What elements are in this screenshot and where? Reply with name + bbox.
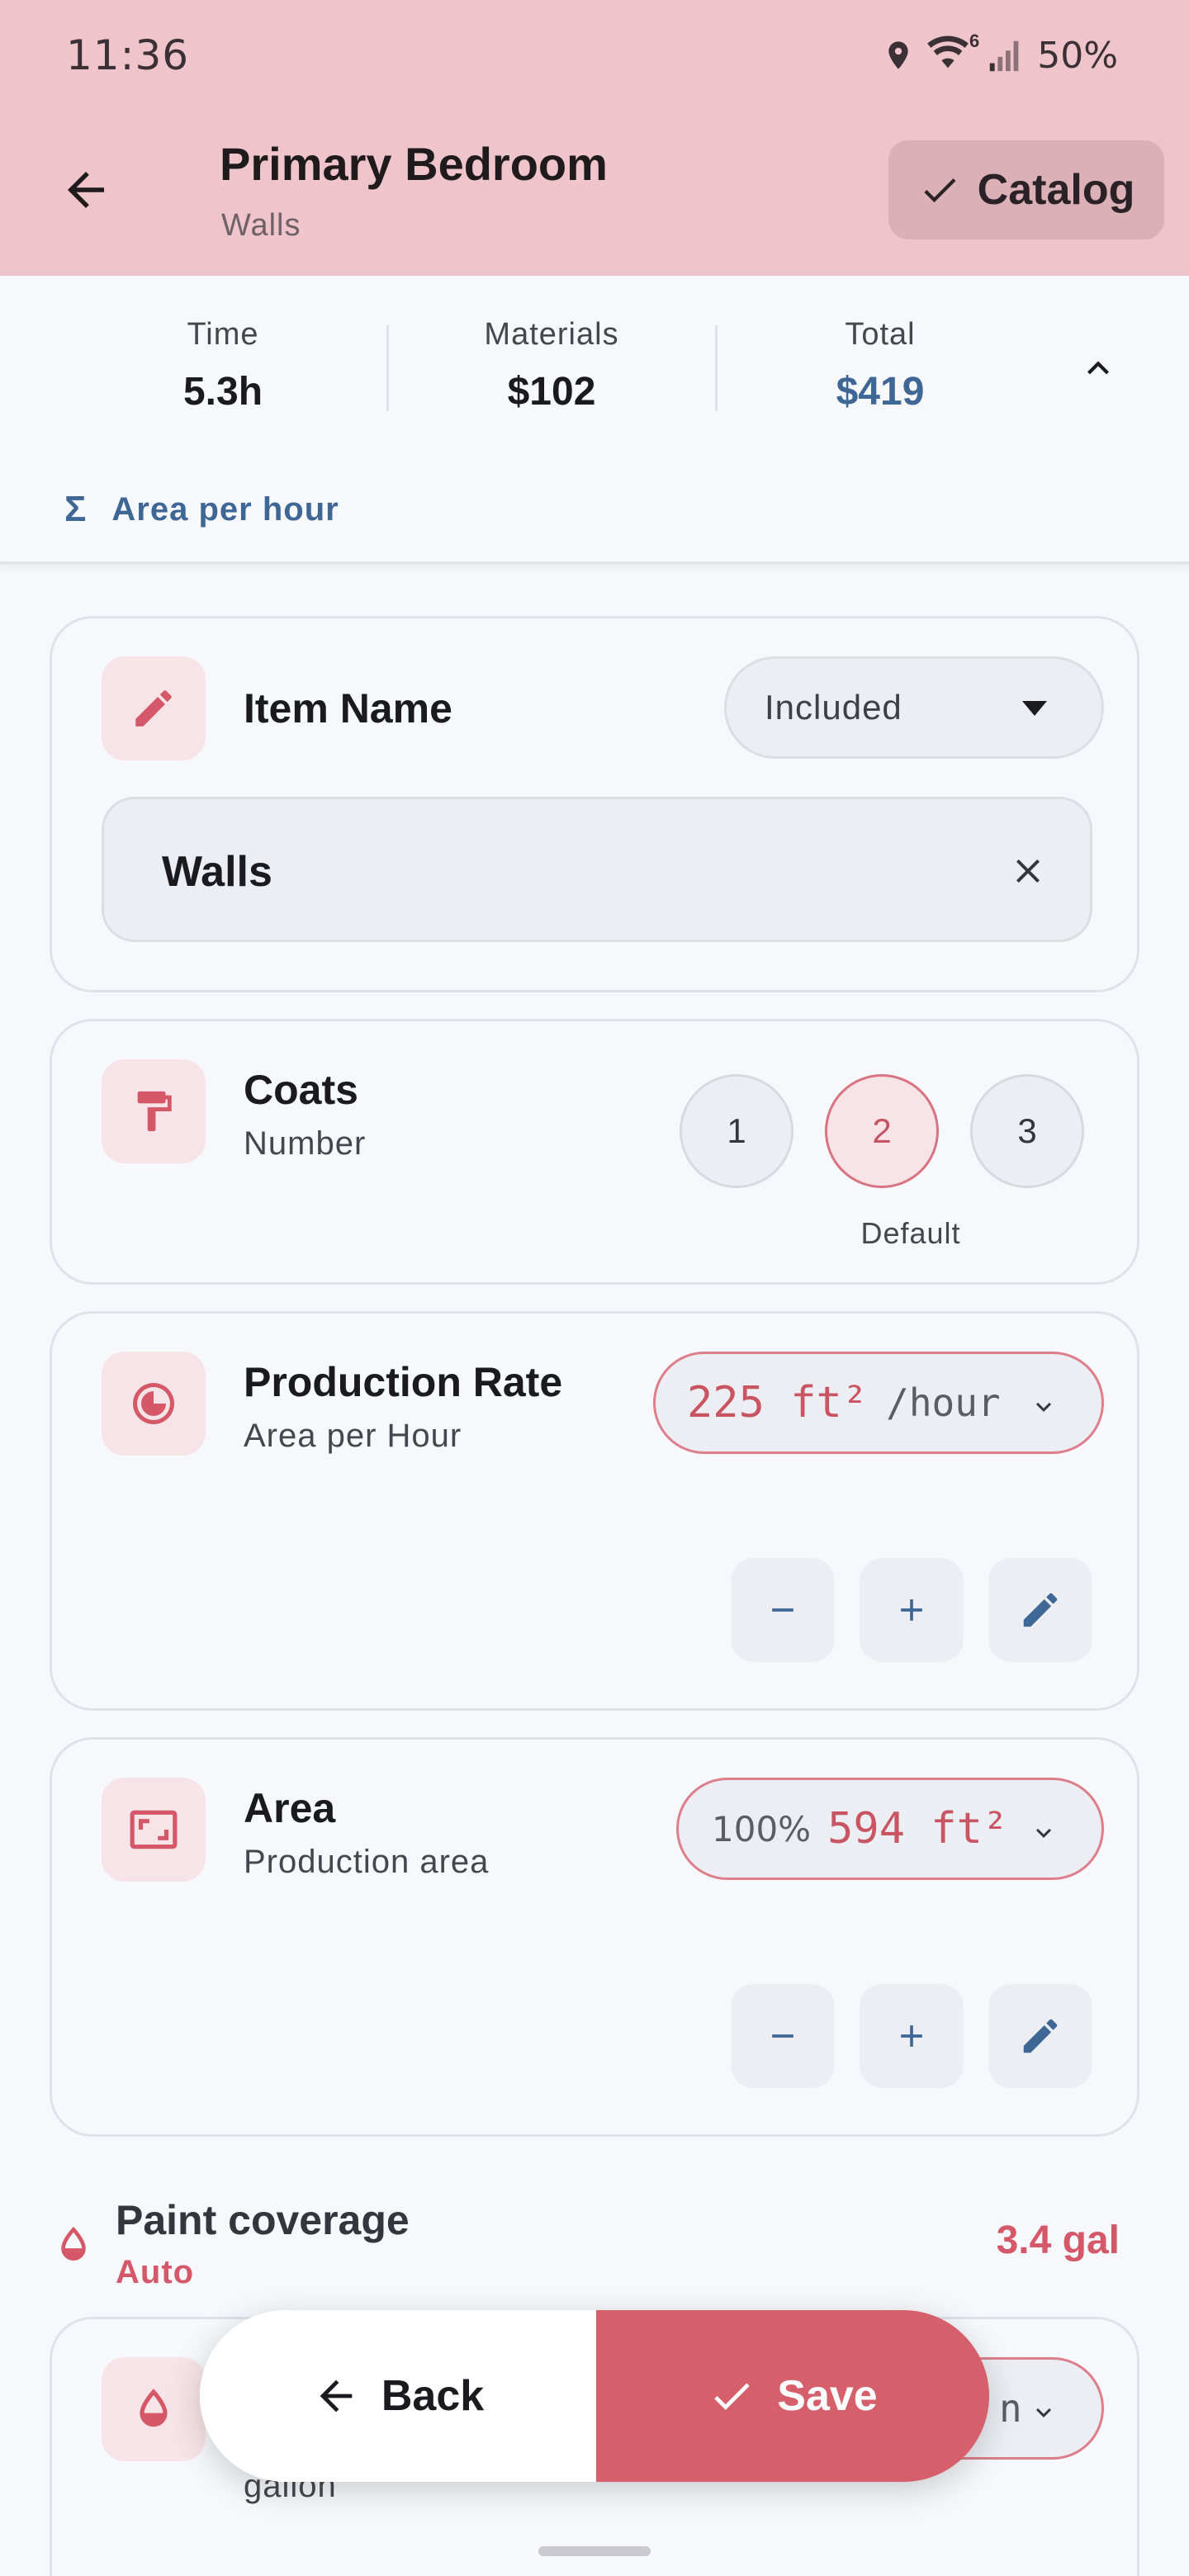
pencil-icon <box>1023 1593 1058 1627</box>
decrease-button[interactable] <box>731 1984 835 2088</box>
time-value: 5.3h <box>182 370 263 414</box>
production-rate-value: 225 ft² <box>687 1378 869 1428</box>
coat-option-1[interactable]: 1 <box>680 1074 793 1188</box>
arrow-left-icon <box>68 172 104 208</box>
plus-icon <box>901 2025 922 2047</box>
back-button[interactable]: Back <box>200 2310 596 2482</box>
minus-icon <box>772 1608 793 1612</box>
increase-button[interactable] <box>860 1558 964 1662</box>
plus-icon <box>901 1599 922 1621</box>
status-icons: 6 50% <box>882 31 1118 78</box>
coat-option-2[interactable]: 2 <box>825 1074 939 1188</box>
check-icon <box>924 178 956 203</box>
signal-icon <box>990 40 1019 72</box>
paint-coverage-title: Paint coverage <box>116 2197 410 2243</box>
paint-roller-icon <box>137 1091 172 1132</box>
summary-materials: Materials $102 <box>403 317 700 414</box>
production-icon-box <box>102 1352 206 1456</box>
back-label: Back <box>381 2372 485 2420</box>
paint-coverage-value: 3.4 gal <box>996 2218 1120 2262</box>
speed-dial-icon <box>133 1383 174 1424</box>
summary-total: Total $419 <box>732 317 1029 414</box>
materials-value: $102 <box>507 370 596 414</box>
chevron-down-icon <box>1036 2408 1051 2417</box>
decrease-button[interactable] <box>731 1558 835 1662</box>
save-label: Save <box>777 2372 878 2420</box>
area-icon-box <box>102 1778 206 1882</box>
wifi-badge: 6 <box>969 31 980 51</box>
status-bar: 11:36 6 50% <box>0 0 1189 107</box>
coverage-icon-box <box>102 2357 206 2461</box>
production-rate-subtitle: Area per Hour <box>244 1418 462 1454</box>
gesture-handle[interactable] <box>538 2546 651 2556</box>
coats-card: Coats Number 1 2 3 Default <box>50 1019 1139 1285</box>
check-icon <box>714 2383 751 2410</box>
item-name-value: Walls <box>162 848 272 896</box>
arrow-left-icon <box>320 2379 353 2413</box>
edit-button[interactable] <box>988 1558 1092 1662</box>
item-name-input[interactable]: Walls <box>102 797 1092 942</box>
paint-coverage-mode: Auto <box>116 2254 195 2290</box>
formula-label: Area per hour <box>111 490 339 528</box>
status-time: 11:36 <box>66 31 190 79</box>
area-value: 594 ft² <box>827 1804 1009 1854</box>
area-title: Area <box>244 1785 336 1831</box>
page-subtitle: Walls <box>221 208 301 243</box>
coats-subtitle: Number <box>244 1125 367 1162</box>
pencil-icon <box>1023 2019 1058 2053</box>
summary-divider <box>386 325 389 411</box>
summary-time: Time 5.3h <box>74 317 372 414</box>
inclusion-dropdown[interactable]: Included <box>724 656 1104 759</box>
production-rate-title: Production Rate <box>244 1359 563 1405</box>
coverage-unit: n <box>999 2386 1022 2431</box>
production-rate-card: Production Rate Area per Hour 225 ft² /h… <box>50 1311 1139 1711</box>
chevron-up-icon <box>1087 361 1109 375</box>
caret-down-icon <box>1022 701 1047 716</box>
coats-title: Coats <box>244 1067 358 1113</box>
area-selector[interactable]: 100% 594 ft² <box>676 1778 1104 1880</box>
total-label: Total <box>845 317 916 352</box>
formula-selector[interactable]: Σ Area per hour <box>64 489 339 530</box>
production-rate-selector[interactable]: 225 ft² /hour <box>653 1352 1104 1454</box>
sigma-icon: Σ <box>64 489 88 529</box>
catalog-label: Catalog <box>977 166 1135 214</box>
edit-button[interactable] <box>988 1984 1092 2088</box>
item-name-label: Item Name <box>244 685 452 732</box>
collapse-summary-button[interactable] <box>1070 340 1126 396</box>
pencil-icon <box>135 690 172 727</box>
minus-icon <box>772 2034 793 2038</box>
production-rate-unit: /hour <box>886 1380 1001 1425</box>
coats-icon-box <box>102 1059 206 1163</box>
battery-percent: 50% <box>1037 34 1118 77</box>
increase-button[interactable] <box>860 1984 964 2088</box>
save-button[interactable]: Save <box>596 2310 989 2482</box>
water-drop-icon <box>140 2389 168 2427</box>
close-icon <box>1016 859 1040 883</box>
inclusion-value: Included <box>765 688 902 727</box>
materials-label: Materials <box>484 317 619 352</box>
water-drop-icon <box>61 2226 86 2261</box>
area-card: Area Production area 100% 594 ft² <box>50 1737 1139 2137</box>
coat-option-3[interactable]: 3 <box>970 1074 1084 1188</box>
clear-button[interactable] <box>1001 844 1055 898</box>
total-value: $419 <box>836 370 925 414</box>
item-name-icon-box <box>102 656 206 760</box>
catalog-button[interactable]: Catalog <box>888 140 1164 239</box>
location-icon <box>888 41 908 69</box>
area-subtitle: Production area <box>244 1844 490 1880</box>
wifi-icon: 6 <box>926 31 979 75</box>
default-label: Default <box>860 1216 961 1250</box>
page-title: Primary Bedroom <box>220 138 608 190</box>
item-name-card: Item Name Included Walls <box>50 616 1139 992</box>
area-percent: 100% <box>712 1808 812 1849</box>
chevron-down-icon <box>1036 1828 1051 1838</box>
aspect-ratio-icon <box>130 1810 178 1849</box>
time-label: Time <box>187 317 259 352</box>
app-bar: 11:36 6 50% Primary Bedroom Walls Catalo… <box>0 0 1189 276</box>
chevron-down-icon <box>1036 1402 1051 1412</box>
back-arrow-button[interactable] <box>50 154 122 226</box>
bottom-action-bar: Back Save <box>200 2310 989 2482</box>
summary-divider <box>715 325 718 411</box>
